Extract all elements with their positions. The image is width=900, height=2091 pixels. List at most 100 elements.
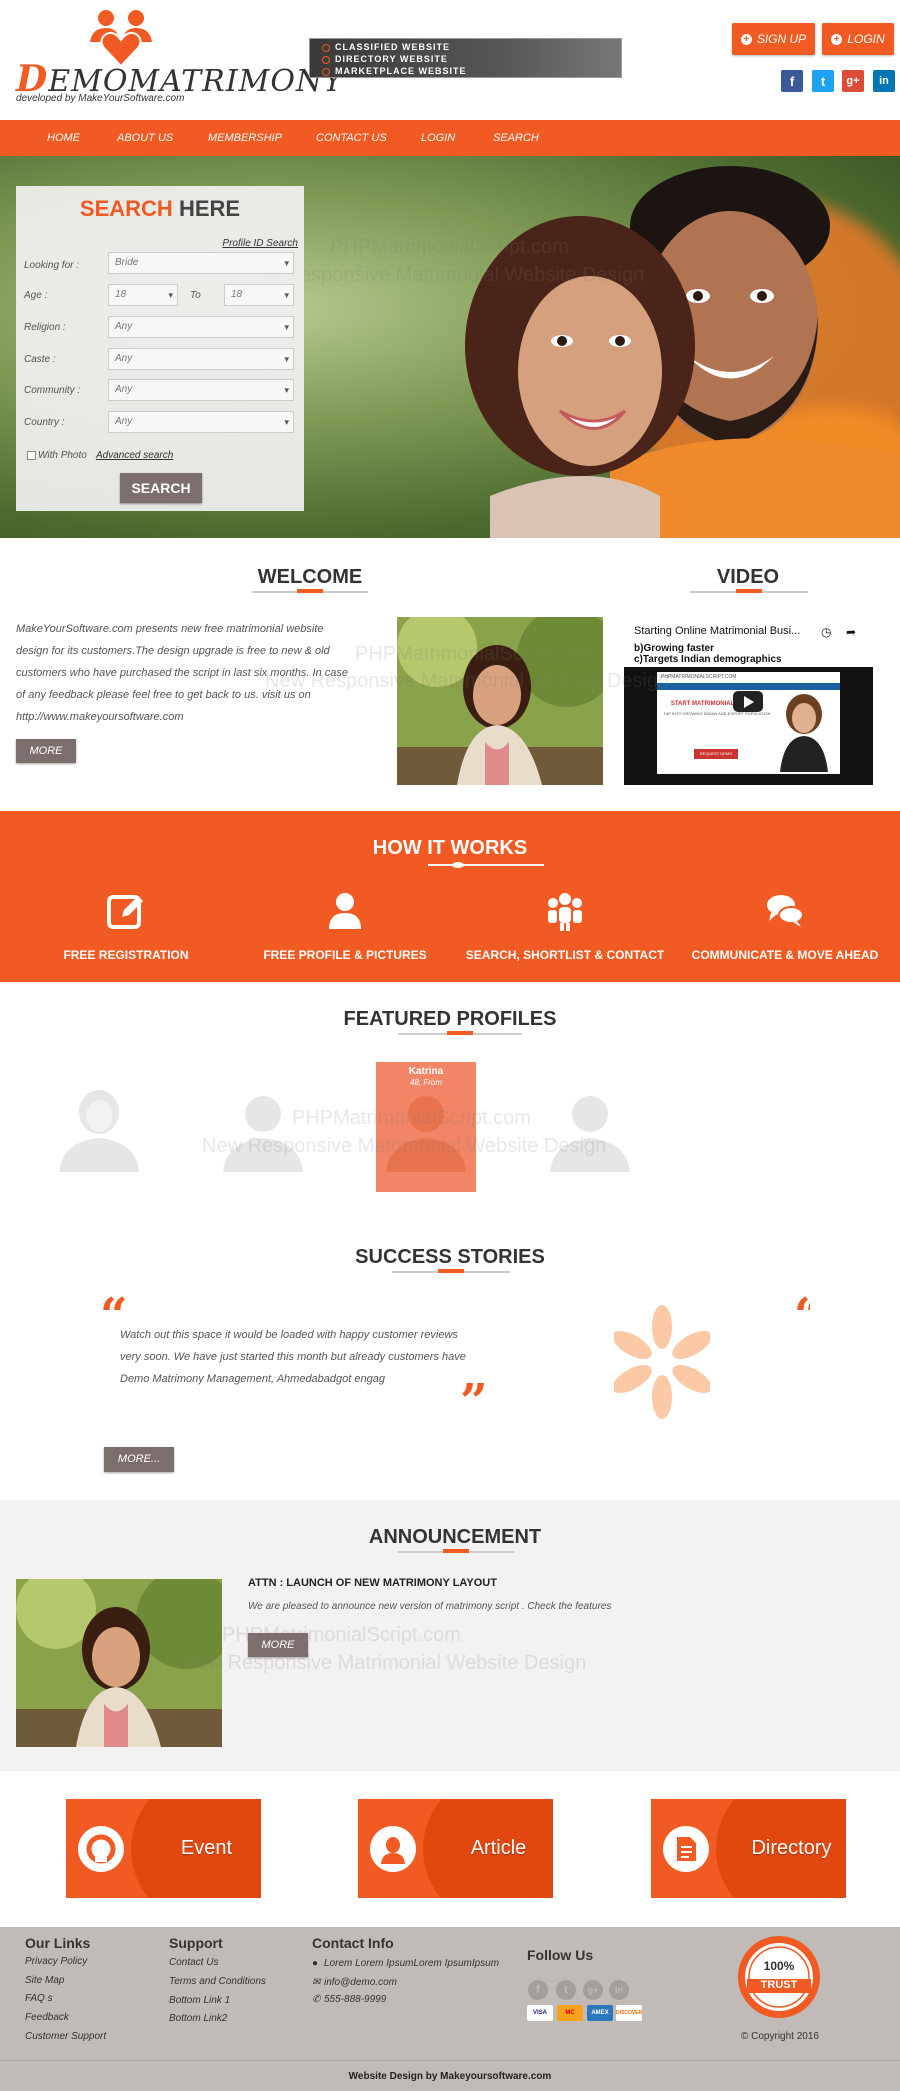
search-title: SEARCH HERE (16, 196, 304, 222)
promo-article[interactable]: Article (358, 1799, 553, 1898)
nav-contact-us[interactable]: CONTACT US (316, 120, 387, 156)
footer-follow-heading: Follow Us (527, 1947, 594, 1963)
footer-link-feedback[interactable]: Feedback (25, 2012, 69, 2023)
search-title-highlight: SEARCH (79, 196, 173, 221)
male-avatar-icon[interactable] (547, 1086, 633, 1172)
signup-label: SIGN UP (756, 32, 807, 46)
with-photo-checkbox[interactable] (27, 451, 36, 460)
looking-for-select[interactable]: Bride (108, 252, 294, 274)
footer-link-support[interactable]: Customer Support (25, 2031, 106, 2042)
age-from-select[interactable]: 18 (108, 284, 178, 306)
community-label: Community : (24, 385, 81, 396)
search-panel: SEARCH HERE Profile ID Search Looking fo… (16, 186, 304, 511)
nav-home[interactable]: HOME (47, 120, 80, 156)
stories-title: SUCCESS STORIES (355, 1246, 545, 1268)
login-button[interactable]: + LOGIN (822, 23, 894, 55)
caste-label: Caste : (24, 354, 56, 365)
footer-link-bottom1[interactable]: Bottom Link 1 (169, 1995, 230, 2006)
next-quote-icon: “ (794, 1292, 810, 1340)
promo-label: Directory (751, 1837, 832, 1859)
footer-phone: 555-888-9999 (324, 1994, 387, 2005)
watermark-line2: New Responsive Matrimonial Website Desig… (265, 670, 670, 692)
how-step-label: FREE PROFILE & PICTURES (263, 948, 427, 962)
how-step-profile: FREE PROFILE & PICTURES (235, 891, 455, 962)
login-label: LOGIN (847, 32, 885, 46)
featured-title-divider (398, 1031, 522, 1035)
mail-icon: ✉ (312, 1977, 321, 1988)
footer-link-contact[interactable]: Contact Us (169, 1957, 218, 1968)
profile-id-search-link[interactable]: Profile ID Search (222, 238, 298, 249)
amex-card-icon: AMEX (587, 2005, 613, 2021)
footer-googleplus-icon[interactable]: g+ (583, 1980, 603, 2000)
promo-directory[interactable]: Directory (651, 1799, 846, 1898)
stories-more-button[interactable]: MORE... (104, 1447, 174, 1472)
footer-links-heading: Our Links (25, 1935, 91, 1951)
facebook-icon[interactable]: f (781, 70, 803, 92)
close-quote-icon: ” (460, 1374, 488, 1430)
watermark-line1: PHPMatrimonialScript.com (222, 1624, 461, 1646)
footer-link-privacy[interactable]: Privacy Policy (25, 1956, 87, 1967)
signup-button[interactable]: + SIGN UP (732, 23, 815, 55)
footer-email[interactable]: info@demo.com (324, 1977, 397, 1988)
profile-card-name: Katrina (408, 1066, 444, 1077)
video-site-text: PHPMATRIMONIALSCRIPT.COM (661, 674, 737, 680)
footer-link-faq[interactable]: FAQ s (25, 1993, 53, 2004)
hero-banner: PHPMatrimonialScript.com New Responsive … (0, 156, 900, 538)
country-select[interactable]: Any (108, 411, 294, 433)
promo-event[interactable]: Event (66, 1799, 261, 1898)
stories-title-divider (392, 1269, 510, 1273)
welcome-more-button[interactable]: MORE (16, 739, 76, 763)
logo-subtitle: developed by MakeYourSoftware.com (16, 93, 185, 104)
welcome-title: WELCOME (257, 566, 363, 588)
looking-for-label: Looking for : (24, 260, 80, 271)
video-title-divider (690, 589, 808, 593)
footer-link-sitemap[interactable]: Site Map (25, 1975, 64, 1986)
footer-facebook-icon[interactable]: f (528, 1980, 548, 2000)
nav-about-us[interactable]: ABOUT US (117, 120, 173, 156)
story-text: Watch out this space it would be loaded … (120, 1329, 466, 1385)
footer-contact-heading: Contact Info (312, 1935, 394, 1951)
banner-ad[interactable]: CLASSIFIED WEBSITE DIRECTORY WEBSITE MAR… (309, 38, 622, 78)
community-select[interactable]: Any (108, 379, 294, 401)
linkedin-icon[interactable]: in (873, 70, 895, 92)
trust-percent: 100% (763, 1959, 795, 1973)
footer-link-terms[interactable]: Terms and Conditions (169, 1976, 266, 1987)
banner-line: CLASSIFIED WEBSITE (322, 42, 450, 52)
watermark-line1: PHPMatrimonialScript.com (355, 643, 594, 665)
twitter-icon[interactable]: t (812, 70, 834, 92)
site-footer: Our Links Privacy Policy Site Map FAQ s … (0, 1927, 900, 2091)
document-icon (663, 1826, 709, 1872)
googleplus-icon[interactable]: g+ (842, 70, 864, 92)
nav-membership[interactable]: MEMBERSHIP (208, 120, 282, 156)
video-line-c: c)Targets Indian demographics (634, 654, 782, 665)
how-title-divider (428, 864, 544, 866)
edit-icon (107, 895, 143, 929)
announcement-title-divider (398, 1549, 514, 1553)
group-icon (548, 893, 582, 931)
religion-select[interactable]: Any (108, 316, 294, 338)
age-to-label: To (190, 290, 201, 301)
announcement-heading[interactable]: ATTN : LAUNCH OF NEW MATRIMONY LAYOUT (248, 1577, 497, 1589)
caste-select[interactable]: Any (108, 348, 294, 370)
advanced-search-link[interactable]: Advanced search (96, 450, 173, 461)
person-icon (370, 1826, 416, 1872)
footer-copyright: © Copyright 2016 (741, 2031, 819, 2042)
female-avatar-icon[interactable] (56, 1086, 142, 1172)
nav-search[interactable]: SEARCH (493, 120, 539, 156)
plus-icon: + (831, 33, 843, 45)
plus-icon: + (740, 33, 752, 45)
country-label: Country : (24, 417, 65, 428)
footer-credit[interactable]: Website Design by Makeyoursoftware.com (0, 2060, 900, 2091)
search-button[interactable]: SEARCH (120, 473, 202, 503)
welcome-title-divider (252, 589, 368, 593)
event-icon (78, 1826, 124, 1872)
footer-twitter-icon[interactable]: t (556, 1980, 576, 2000)
footer-linkedin-icon[interactable]: in (609, 1980, 629, 2000)
nav-login[interactable]: LOGIN (421, 120, 455, 156)
age-to-select[interactable]: 18 (224, 284, 294, 306)
footer-link-bottom2[interactable]: Bottom Link2 (169, 2013, 227, 2024)
featured-title: FEATURED PROFILES (343, 1008, 557, 1030)
video-player[interactable]: Starting Online Matrimonial Busi... b)Gr… (624, 617, 873, 785)
chat-icon (767, 895, 804, 927)
footer-support-heading: Support (169, 1935, 223, 1951)
